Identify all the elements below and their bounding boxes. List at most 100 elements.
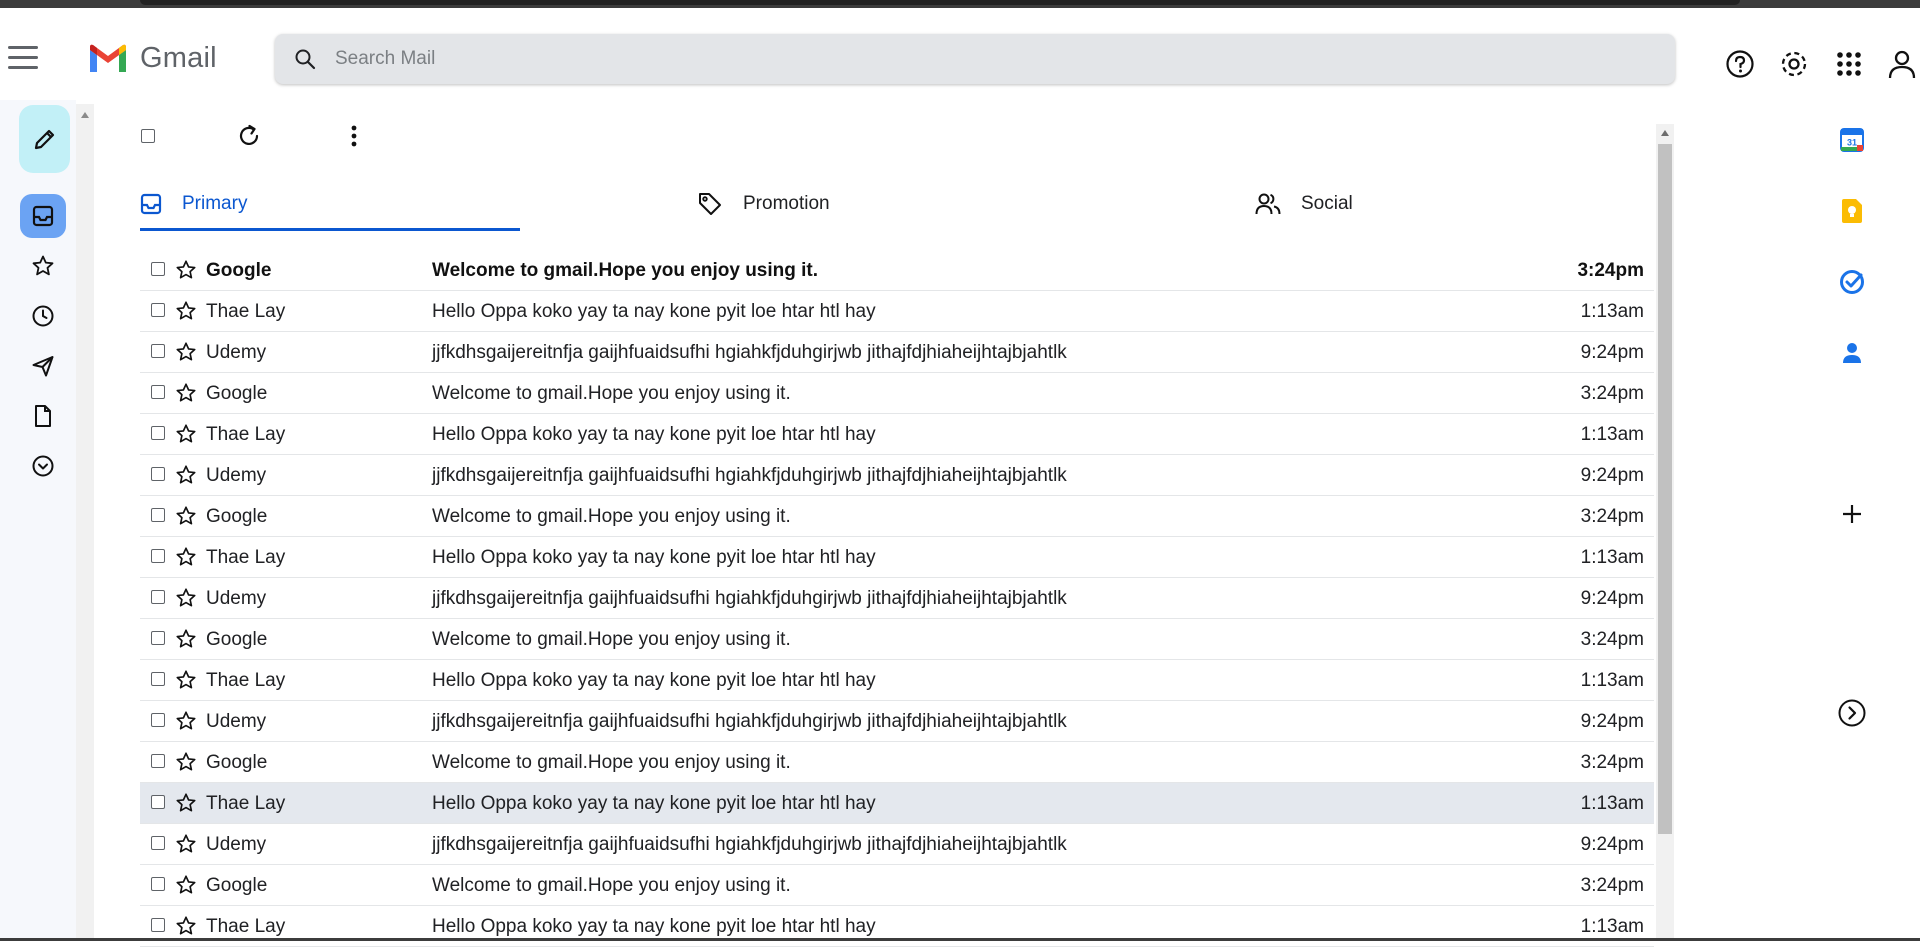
email-row[interactable]: Google Welcome to gmail.Hope you enjoy us…	[140, 373, 1654, 414]
email-sender: Udemy	[206, 465, 267, 486]
email-time: 3:24pm	[1580, 506, 1644, 527]
nav-starred[interactable]	[20, 244, 66, 288]
pencil-icon	[34, 129, 54, 150]
account-profile-icon[interactable]	[1884, 46, 1920, 82]
star-icon[interactable]	[175, 833, 197, 855]
contacts-app-icon[interactable]	[1834, 335, 1870, 371]
email-row-checkbox[interactable]	[151, 877, 165, 891]
star-icon[interactable]	[175, 587, 197, 609]
main-menu-button[interactable]	[8, 46, 40, 72]
star-icon[interactable]	[175, 915, 197, 937]
email-row[interactable]: Udemy jjfkdhsgaijereitnfja gaijhfuaidsufh…	[140, 701, 1654, 742]
email-row-checkbox[interactable]	[151, 426, 165, 440]
tab-social[interactable]: Social	[1255, 178, 1353, 230]
nav-more[interactable]	[20, 444, 66, 488]
star-icon[interactable]	[175, 710, 197, 732]
email-row-checkbox[interactable]	[151, 344, 165, 358]
email-row-checkbox[interactable]	[151, 385, 165, 399]
email-row-checkbox[interactable]	[151, 508, 165, 522]
calendar-app-icon[interactable]: 31	[1834, 122, 1870, 158]
star-icon[interactable]	[175, 792, 197, 814]
email-time: 3:24pm	[1577, 260, 1644, 281]
email-row-checkbox[interactable]	[151, 754, 165, 768]
settings-gear-icon[interactable]	[1776, 46, 1812, 82]
email-row[interactable]: Thae Lay Hello Oppa koko yay ta nay kone …	[140, 783, 1654, 824]
email-row[interactable]: Udemy jjfkdhsgaijereitnfja gaijhfuaidsufh…	[140, 455, 1654, 496]
email-subject: jjfkdhsgaijereitnfja gaijhfuaidsufhi hgi…	[432, 834, 1067, 855]
browser-top-strip	[0, 0, 1920, 8]
email-time: 1:13am	[1580, 916, 1644, 937]
email-subject: Hello Oppa koko yay ta nay kone pyit loe…	[432, 793, 876, 814]
more-options-icon[interactable]	[339, 122, 369, 150]
email-row[interactable]: Google Welcome to gmail.Hope you enjoy us…	[140, 742, 1654, 783]
email-row[interactable]: Udemy jjfkdhsgaijereitnfja gaijhfuaidsufh…	[140, 332, 1654, 373]
email-row-checkbox[interactable]	[151, 713, 165, 727]
email-row[interactable]: Google Welcome to gmail.Hope you enjoy us…	[140, 250, 1654, 291]
email-row[interactable]: Google Welcome to gmail.Hope you enjoy us…	[140, 865, 1654, 906]
expand-side-panel-icon[interactable]	[1834, 695, 1870, 731]
nav-scrollbar[interactable]	[76, 104, 94, 941]
select-all-checkbox[interactable]	[138, 122, 158, 150]
add-app-plus-icon[interactable]	[1834, 496, 1870, 532]
star-icon[interactable]	[175, 259, 197, 281]
email-list-scrollbar[interactable]	[1656, 124, 1674, 941]
nav-drafts[interactable]	[20, 394, 66, 438]
tab-promotion-label: Promotion	[743, 193, 830, 214]
email-time: 1:13am	[1580, 424, 1644, 445]
email-row-checkbox[interactable]	[151, 672, 165, 686]
nav-snoozed[interactable]	[20, 294, 66, 338]
email-row-checkbox[interactable]	[151, 467, 165, 481]
email-row-checkbox[interactable]	[151, 836, 165, 850]
tag-icon	[699, 193, 721, 215]
email-row-checkbox[interactable]	[151, 303, 165, 317]
email-row[interactable]: Google Welcome to gmail.Hope you enjoy us…	[140, 619, 1654, 660]
star-icon[interactable]	[175, 874, 197, 896]
email-row-checkbox[interactable]	[151, 918, 165, 932]
nav-sent[interactable]	[20, 344, 66, 388]
tab-promotion[interactable]: Promotion	[697, 178, 830, 230]
email-subject: Welcome to gmail.Hope you enjoy using it…	[432, 506, 791, 527]
nav-inbox[interactable]	[20, 194, 66, 238]
email-sender: Thae Lay	[206, 793, 286, 814]
tasks-app-icon[interactable]	[1834, 264, 1870, 300]
email-sender: Thae Lay	[206, 547, 286, 568]
help-icon[interactable]	[1722, 46, 1758, 82]
email-sender: Udemy	[206, 711, 267, 732]
email-row[interactable]: Thae Lay Hello Oppa koko yay ta nay kone …	[140, 291, 1654, 332]
google-apps-grid-icon[interactable]	[1831, 46, 1867, 82]
compose-button[interactable]	[19, 105, 70, 173]
star-icon[interactable]	[175, 341, 197, 363]
email-row-checkbox[interactable]	[151, 631, 165, 645]
star-icon[interactable]	[175, 669, 197, 691]
star-icon[interactable]	[175, 628, 197, 650]
send-icon	[32, 356, 54, 377]
email-row-checkbox[interactable]	[151, 262, 165, 276]
email-row-checkbox[interactable]	[151, 590, 165, 604]
search-icon[interactable]	[285, 39, 325, 79]
star-icon[interactable]	[175, 423, 197, 445]
email-row[interactable]: Google Welcome to gmail.Hope you enjoy us…	[140, 496, 1654, 537]
star-icon[interactable]	[175, 505, 197, 527]
email-row-checkbox[interactable]	[151, 549, 165, 563]
email-row[interactable]: Thae Lay Hello Oppa koko yay ta nay kone …	[140, 414, 1654, 455]
refresh-icon[interactable]	[234, 122, 264, 150]
email-time: 3:24pm	[1580, 875, 1644, 896]
scrollbar-thumb[interactable]	[1658, 144, 1672, 834]
star-icon[interactable]	[175, 382, 197, 404]
tab-primary[interactable]: Primary	[140, 178, 247, 230]
email-time: 9:24pm	[1580, 834, 1644, 855]
email-row[interactable]: Thae Lay Hello Oppa koko yay ta nay kone …	[140, 660, 1654, 701]
star-icon[interactable]	[175, 751, 197, 773]
keep-app-icon[interactable]	[1834, 193, 1870, 229]
search-input[interactable]	[333, 47, 1637, 71]
email-row-checkbox[interactable]	[151, 795, 165, 809]
star-icon[interactable]	[175, 300, 197, 322]
tab-social-label: Social	[1301, 193, 1353, 214]
email-row[interactable]: Udemy jjfkdhsgaijereitnfja gaijhfuaidsufh…	[140, 824, 1654, 865]
gmail-logo[interactable]: Gmail	[88, 42, 217, 75]
email-row[interactable]: Udemy jjfkdhsgaijereitnfja gaijhfuaidsufh…	[140, 578, 1654, 619]
email-row[interactable]: Thae Lay Hello Oppa koko yay ta nay kone …	[140, 537, 1654, 578]
email-sender: Udemy	[206, 834, 267, 855]
star-icon[interactable]	[175, 546, 197, 568]
star-icon[interactable]	[175, 464, 197, 486]
